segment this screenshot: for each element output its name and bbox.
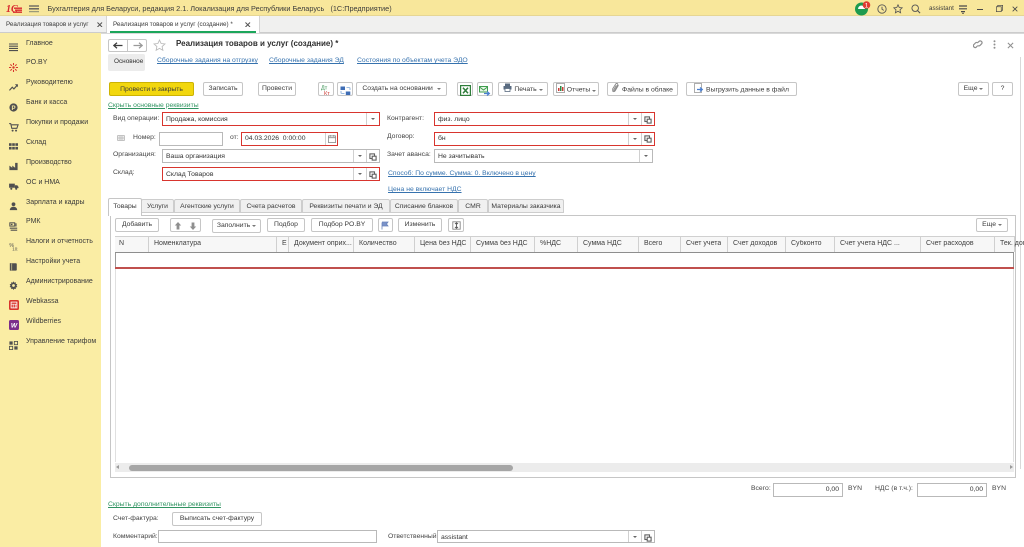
svg-text:Кт: Кт xyxy=(324,91,330,96)
svg-text:W: W xyxy=(11,323,18,330)
svg-text:1: 1 xyxy=(865,2,869,9)
svg-text:101: 101 xyxy=(12,246,18,250)
svg-text:P: P xyxy=(11,104,15,111)
